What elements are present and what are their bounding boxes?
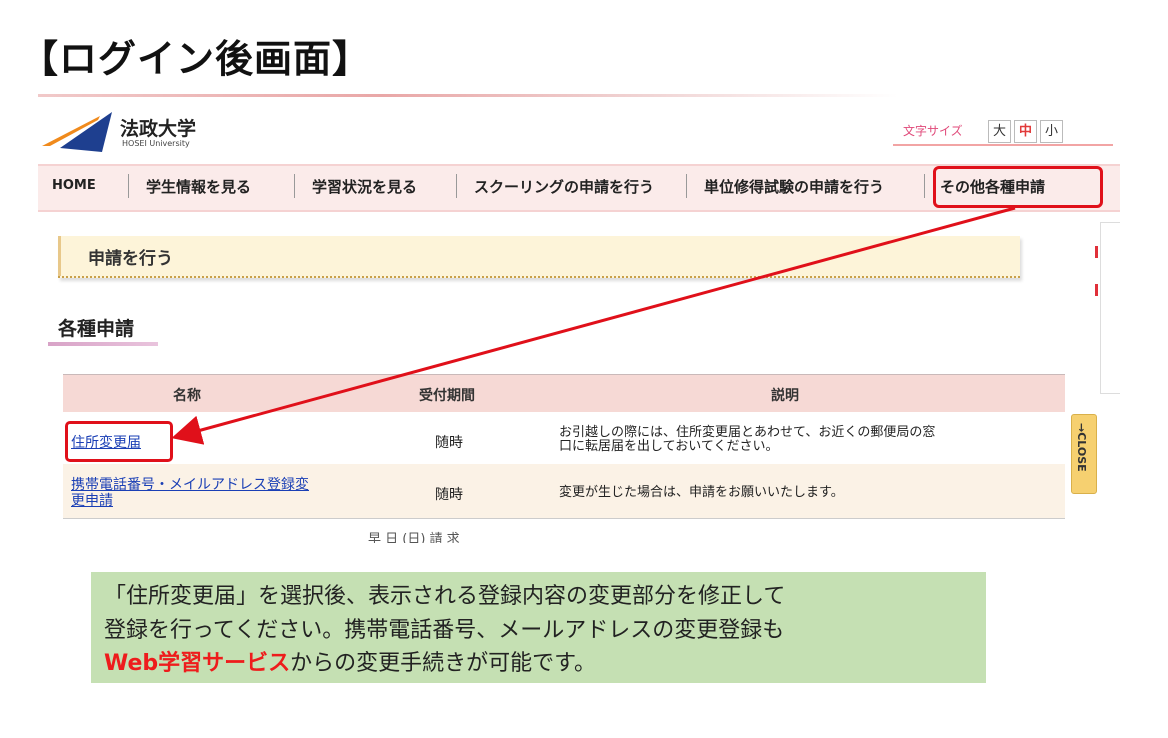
hosei-logo-icon	[42, 112, 112, 152]
side-marker	[1095, 246, 1098, 258]
nav-separator	[456, 174, 457, 198]
note-line-1: 「住所変更届」を選択後、表示される登録内容の変更部分を修正して	[104, 584, 786, 609]
font-size-label: 文字サイズ	[903, 124, 963, 138]
nav-schooling-apply[interactable]: スクーリングの申請を行う	[474, 176, 654, 197]
logo-text: 法政大学	[120, 118, 197, 140]
nav-home[interactable]: HOME	[52, 178, 96, 193]
table-cell-description: 変更が生じた場合は、申請をお願いいたします。	[559, 485, 844, 500]
header-decoration-line	[38, 94, 898, 97]
note-line-2: 登録を行ってください。携帯電話番号、メールアドレスの変更登録も	[104, 618, 785, 643]
table-row: 住所変更届 随時 お引越しの際には、住所変更届とあわせて、お近くの郵便局の窓 口…	[63, 412, 1065, 465]
section-title-underline	[48, 342, 158, 346]
nav-separator	[924, 174, 925, 198]
close-tab-button[interactable]: →CLOSE	[1071, 414, 1097, 494]
nav-separator	[294, 174, 295, 198]
instruction-note: 「住所変更届」を選択後、表示される登録内容の変更部分を修正して 登録を行ってくだ…	[91, 572, 986, 683]
logo-subtext: HOSEI University	[122, 139, 190, 148]
column-header-period: 受付期間	[419, 388, 475, 404]
note-line-3: Web学習サービスからの変更手続きが可能です。	[104, 645, 596, 677]
page-heading: 【ログイン後画面】	[20, 37, 372, 81]
login-screen-screenshot: 法政大学 HOSEI University 文字サイズ 大 中 小 HOME 学…	[38, 88, 1120, 543]
column-header-description: 説明	[771, 388, 799, 404]
column-header-name: 名称	[173, 388, 201, 404]
table-cell-description: お引越しの際には、住所変更届とあわせて、お近くの郵便局の窓	[559, 425, 936, 440]
table-row: 携帯電話番号・メイルアドレス登録変 更申請 随時 変更が生じた場合は、申請をお願…	[63, 464, 1065, 519]
nav-highlight-frame	[933, 166, 1103, 208]
row-highlight-frame	[65, 421, 173, 462]
side-marker	[1095, 284, 1098, 296]
close-tab-label: →CLOSE	[1075, 423, 1088, 472]
phone-email-change-link[interactable]: 更申請	[71, 490, 113, 510]
nav-student-info[interactable]: 学生情報を見る	[146, 176, 251, 197]
nav-study-status[interactable]: 学習状況を見る	[312, 176, 417, 197]
nav-separator	[686, 174, 687, 198]
font-size-selector: 文字サイズ 大 中 小	[893, 118, 1113, 146]
table-cell-description: 口に転居届を出しておいてください。	[559, 439, 779, 454]
web-learning-service-text: Web学習サービス	[104, 651, 291, 676]
nav-separator	[128, 174, 129, 198]
side-panel	[1100, 222, 1120, 394]
apply-heading-box: 申請を行う	[58, 236, 1020, 278]
table-cell-period: 随時	[435, 487, 463, 503]
section-title: 各種申請	[58, 318, 135, 340]
font-size-medium-button[interactable]: 中	[1014, 120, 1037, 143]
table-header: 名称 受付期間 説明	[63, 374, 1065, 414]
nav-exam-apply[interactable]: 単位修得試験の申請を行う	[704, 176, 884, 197]
cut-off-text: 早 日 (日) 請 求	[368, 532, 460, 543]
table-cell-period: 随時	[435, 435, 463, 451]
font-size-large-button[interactable]: 大	[988, 120, 1011, 143]
note-line-3-rest: からの変更手続きが可能です。	[290, 651, 596, 676]
font-size-small-button[interactable]: 小	[1040, 120, 1063, 143]
apply-heading: 申請を行う	[88, 249, 173, 269]
